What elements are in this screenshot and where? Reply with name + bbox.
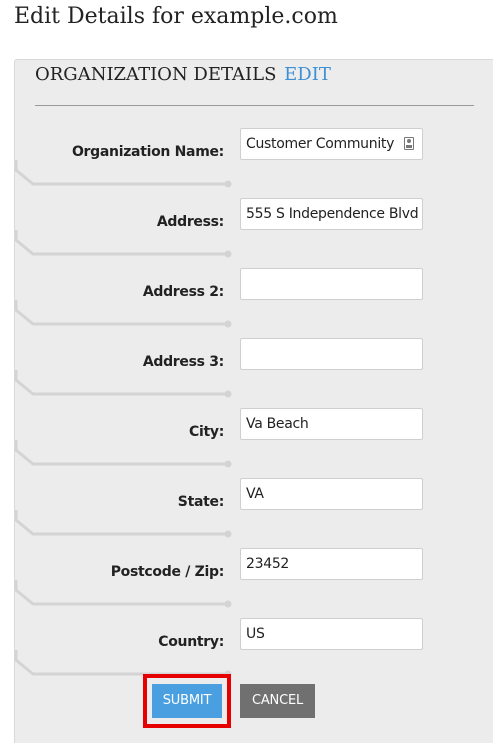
postcode-row: Postcode / Zip: (15, 548, 493, 618)
country-label: Country: (158, 634, 224, 650)
form-actions: SUBMIT CANCEL (15, 674, 493, 730)
edit-link[interactable]: EDIT (284, 64, 331, 85)
heading-divider (35, 105, 474, 106)
connector-line (15, 440, 232, 468)
organization-name-input[interactable] (240, 128, 423, 160)
state-input[interactable] (240, 478, 423, 510)
contact-card-icon[interactable] (404, 137, 414, 150)
cancel-button[interactable]: CANCEL (240, 684, 315, 718)
address2-row: Address 2: (15, 268, 493, 338)
postcode-label: Postcode / Zip: (110, 564, 225, 580)
address-label: Address: (156, 214, 224, 230)
address2-input[interactable] (240, 268, 423, 300)
organization-details-panel: ORGANIZATION DETAILS EDIT Organization N… (14, 59, 493, 743)
address2-label: Address 2: (142, 284, 224, 300)
organization-name-row: Organization Name: (15, 128, 493, 198)
address-row: Address: (15, 198, 493, 268)
connector-line (15, 580, 232, 608)
submit-button[interactable]: SUBMIT (152, 684, 222, 718)
connector-line (15, 300, 232, 328)
address3-input[interactable] (240, 338, 423, 370)
connector-line (15, 370, 232, 398)
city-label: City: (189, 424, 224, 440)
page-title: Edit Details for example.com (14, 4, 338, 29)
country-input[interactable] (240, 618, 423, 650)
address3-label: Address 3: (142, 354, 224, 370)
city-input[interactable] (240, 408, 423, 440)
connector-line (15, 160, 232, 188)
organization-name-label: Organization Name: (71, 144, 224, 160)
state-label: State: (177, 494, 225, 510)
city-row: City: (15, 408, 493, 478)
connector-line (15, 510, 232, 538)
section-heading: ORGANIZATION DETAILS EDIT (35, 64, 331, 85)
address-input[interactable] (240, 198, 423, 230)
address3-row: Address 3: (15, 338, 493, 408)
country-row: Country: (15, 618, 493, 688)
postcode-input[interactable] (240, 548, 423, 580)
section-title: ORGANIZATION DETAILS (35, 64, 277, 85)
connector-line (15, 230, 232, 258)
state-row: State: (15, 478, 493, 548)
